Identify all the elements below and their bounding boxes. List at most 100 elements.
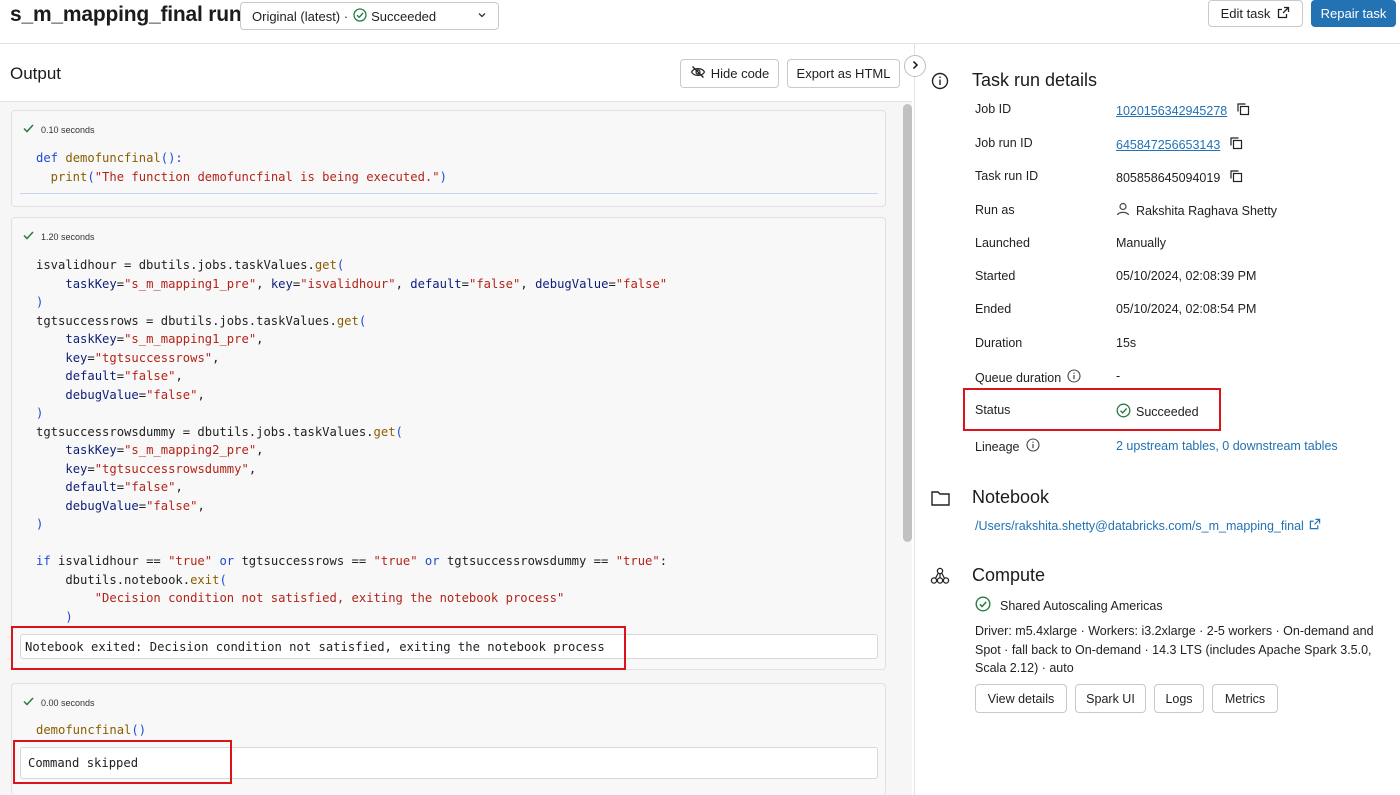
queue-duration-value: -: [1116, 369, 1121, 383]
code-line: ): [36, 517, 44, 531]
check-icon: [23, 231, 34, 242]
repair-task-button[interactable]: Repair task: [1311, 0, 1396, 27]
task-run-details-title: Task run details: [972, 70, 1098, 90]
external-link-icon: [1277, 6, 1290, 22]
cluster-row: Shared Autoscaling Americas: [975, 596, 1163, 615]
compute-title: Compute: [972, 565, 1046, 585]
cell-divider: [20, 193, 878, 194]
ended-label: Ended: [975, 302, 1012, 316]
output-title: Output: [10, 64, 62, 83]
highlight-box: [963, 388, 1221, 431]
cluster-desc-line: Scala 2.12) · auto: [975, 661, 1074, 675]
launched-value: Manually: [1116, 236, 1167, 250]
cell-time-label: 1.20 seconds: [41, 231, 95, 242]
cell-time: 0.10 seconds: [23, 124, 95, 135]
notebook-path-link[interactable]: /Users/rakshita.shetty@databricks.com/s_…: [975, 519, 1304, 533]
chevron-down-icon: [476, 9, 488, 24]
copy-icon[interactable]: [1229, 136, 1243, 153]
job-id-value: 1020156342945278: [1116, 102, 1250, 119]
hide-code-button[interactable]: Hide code: [680, 59, 779, 88]
cluster-desc-line: Spot · fall back to On-demand · 14.3 LTS…: [975, 642, 1372, 657]
code-line: "Decision condition not satisfied, exiti…: [94, 591, 565, 605]
info-icon[interactable]: [1067, 369, 1081, 386]
edit-task-label: Edit task: [1220, 6, 1271, 21]
job-run-id-value: 645847256653143: [1116, 136, 1243, 153]
page-title: s_m_mapping_final run: [10, 3, 242, 26]
user-icon: [1116, 202, 1130, 219]
metrics-button[interactable]: Metrics: [1212, 684, 1278, 713]
run-as-label: Run as: [975, 203, 1015, 217]
check-icon: [23, 697, 34, 708]
info-icon[interactable]: [1025, 438, 1040, 455]
code-line: default="false",: [65, 369, 183, 383]
highlight-box: [13, 740, 232, 784]
code-line: taskKey="s_m_mapping2_pre",: [65, 443, 264, 457]
scrollbar[interactable]: [903, 104, 912, 542]
code-line: ): [65, 609, 73, 624]
lineage-label-row: Lineage: [975, 438, 1040, 455]
view-details-button[interactable]: View details: [975, 684, 1067, 713]
ended-value: 05/10/2024, 02:08:54 PM: [1116, 302, 1257, 316]
logs-button[interactable]: Logs: [1154, 684, 1204, 713]
run-selector-dropdown[interactable]: Original (latest) · Succeeded: [240, 2, 499, 30]
job-run-id-link[interactable]: 645847256653143: [1116, 138, 1220, 152]
task-run-id-text: 805858645094019: [1116, 170, 1221, 185]
cell-time-label: 0.00 seconds: [41, 697, 95, 708]
notebook-cell-1: 0.10 seconds def demofuncfinal(): print(…: [11, 110, 886, 207]
folder-icon: [931, 490, 950, 511]
code-line: tgtsuccessrows = dbutils.jobs.taskValues…: [36, 313, 367, 328]
external-link-icon[interactable]: [1309, 518, 1321, 533]
run-as-value: Rakshita Raghava Shetty: [1116, 202, 1277, 219]
code-line: taskKey="s_m_mapping1_pre",: [65, 332, 264, 346]
check-circle-icon: [353, 7, 367, 25]
queue-duration-label-row: Queue duration: [975, 369, 1081, 386]
task-run-id-label: Task run ID: [975, 169, 1039, 183]
check-circle-icon: [975, 596, 991, 615]
notebook-title: Notebook: [972, 487, 1050, 507]
job-id-label: Job ID: [975, 102, 1012, 116]
code-line: debugValue="false",: [65, 387, 205, 402]
cell-time: 1.20 seconds: [23, 231, 95, 242]
notebook-path-row: /Users/rakshita.shetty@databricks.com/s_…: [975, 518, 1321, 533]
queue-duration-label: Queue duration: [975, 370, 1062, 385]
cluster-description: Driver: m5.4xlarge · Workers: i3.2xlarge…: [975, 622, 1374, 678]
started-label: Started: [975, 269, 1016, 283]
duration-value: 15s: [1116, 336, 1137, 350]
code-line: key="tgtsuccessrows",: [65, 350, 220, 365]
copy-icon[interactable]: [1236, 102, 1250, 119]
duration-label: Duration: [975, 336, 1023, 350]
code-line: taskKey="s_m_mapping1_pre", key="isvalid…: [65, 276, 668, 291]
notebook-cell-2: 1.20 seconds isvalidhour = dbutils.jobs.…: [11, 217, 886, 670]
lineage-label: Lineage: [975, 439, 1020, 454]
code-block: demofuncfinal(): [36, 721, 146, 740]
code-line: dbutils.notebook.exit(: [36, 572, 227, 587]
info-icon: [931, 72, 949, 95]
job-run-id-label: Job run ID: [975, 136, 1033, 150]
check-icon: [23, 124, 34, 135]
job-id-link[interactable]: 1020156342945278: [1116, 104, 1227, 118]
run-as-text: Rakshita Raghava Shetty: [1136, 203, 1278, 218]
run-selector-label: Original (latest) ·: [252, 8, 349, 24]
export-html-button[interactable]: Export as HTML: [787, 59, 900, 88]
copy-icon[interactable]: [1229, 169, 1243, 186]
lineage-link[interactable]: 2 upstream tables, 0 downstream tables: [1116, 439, 1338, 453]
code-line: ): [36, 295, 44, 309]
compute-icon: [930, 567, 950, 590]
eye-off-icon: [690, 65, 706, 82]
code-line: key="tgtsuccessrowsdummy",: [65, 461, 257, 476]
code-block: isvalidhour = dbutils.jobs.taskValues.ge…: [36, 256, 667, 626]
cell-time-label: 0.10 seconds: [41, 124, 95, 135]
code-line: default="false",: [65, 480, 183, 494]
hide-code-label: Hide code: [710, 66, 770, 81]
collapse-panel-button[interactable]: [904, 55, 926, 77]
code-line: ): [36, 406, 44, 420]
launched-label: Launched: [975, 236, 1030, 250]
code-line: print("The function demofuncfinal is bei…: [36, 169, 447, 184]
chevron-right-icon: [910, 57, 920, 75]
edit-task-button[interactable]: Edit task: [1208, 0, 1303, 27]
spark-ui-button[interactable]: Spark UI: [1075, 684, 1146, 713]
code-line: def demofuncfinal():: [36, 151, 183, 165]
task-run-id-value: 805858645094019: [1116, 169, 1243, 186]
code-line: if isvalidhour == "true" or tgtsuccessro…: [36, 554, 668, 568]
